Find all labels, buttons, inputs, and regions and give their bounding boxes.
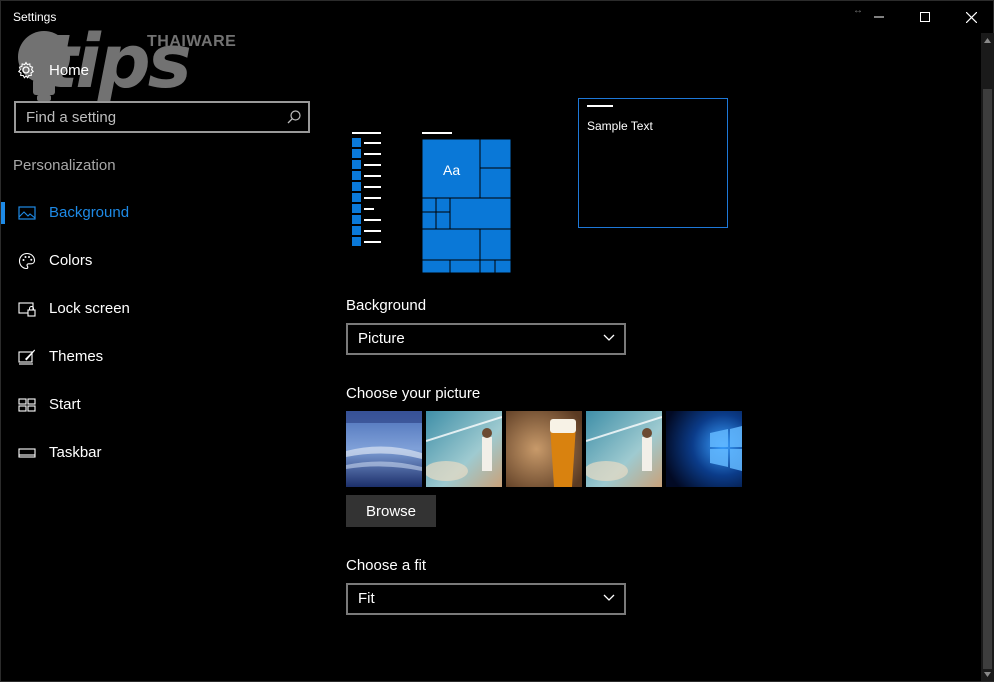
sidebar-item-label: Themes <box>49 348 104 365</box>
tile-text: Aa <box>443 162 461 178</box>
sidebar-item-start[interactable]: Start <box>1 385 323 425</box>
theme-preview: Aa Sample Text <box>323 33 981 283</box>
lock-screen-icon <box>18 302 36 317</box>
home-label: Home <box>49 61 90 79</box>
minimize-icon <box>874 16 884 18</box>
sidebar-item-label: Colors <box>49 252 93 269</box>
sample-window-preview: Sample Text <box>578 98 728 228</box>
sidebar-item-colors[interactable]: Colors <box>1 241 323 281</box>
thumbnail-beer[interactable] <box>506 411 582 487</box>
beer-glass-image <box>506 411 582 487</box>
search-input[interactable] <box>26 108 276 126</box>
scroll-up-arrow-icon <box>984 37 991 43</box>
thumbnail-ocean-city[interactable] <box>346 411 422 487</box>
close-button[interactable] <box>948 1 994 33</box>
main-content: Aa Sample Text Background Picture Choose… <box>323 33 981 681</box>
scroll-thumb[interactable] <box>983 89 992 669</box>
sidebar: Home Personalization Background Col <box>1 33 323 681</box>
active-indicator <box>1 202 5 224</box>
palette-icon <box>18 252 36 270</box>
vertical-scrollbar[interactable] <box>981 33 994 681</box>
sample-title-line <box>587 105 613 107</box>
anime-sky-image-2 <box>586 411 662 487</box>
chevron-down-icon <box>603 594 615 601</box>
home-link[interactable]: Home <box>17 59 89 81</box>
scroll-up-button[interactable] <box>981 33 994 47</box>
sidebar-item-themes[interactable]: Themes <box>1 337 323 377</box>
browse-button[interactable]: Browse <box>346 495 436 527</box>
sample-text: Sample Text <box>587 119 653 133</box>
windows-logo-image <box>666 411 742 487</box>
background-dropdown-value: Picture <box>358 330 405 347</box>
fit-dropdown-value: Fit <box>358 590 375 607</box>
picture-icon <box>18 206 36 220</box>
start-icon <box>18 398 36 412</box>
maximize-icon <box>920 12 930 22</box>
search-icon[interactable] <box>286 109 302 125</box>
maximize-button[interactable] <box>902 1 948 33</box>
sidebar-item-lock-screen[interactable]: Lock screen <box>1 289 323 329</box>
thumbnail-anime-sky-1[interactable] <box>426 411 502 487</box>
start-menu-preview <box>352 132 512 274</box>
thumbnail-anime-sky-2[interactable] <box>586 411 662 487</box>
fit-dropdown[interactable]: Fit <box>346 583 626 615</box>
scroll-down-button[interactable] <box>981 667 994 681</box>
sidebar-item-label: Start <box>49 396 81 413</box>
background-label: Background <box>346 297 427 314</box>
anime-sky-image <box>426 411 502 487</box>
chevron-down-icon <box>603 334 615 341</box>
choose-fit-label: Choose a fit <box>346 557 427 574</box>
ocean-city-image <box>346 411 422 487</box>
thumbnail-windows-10[interactable] <box>666 411 742 487</box>
sidebar-item-background[interactable]: Background <box>1 193 323 233</box>
minimize-button[interactable] <box>856 1 902 33</box>
taskbar-icon <box>18 448 36 458</box>
search-box[interactable] <box>14 101 310 133</box>
choose-picture-label: Choose your picture <box>346 385 481 402</box>
settings-window: Settings ↔ tips THAIWARE Home Find a set… <box>0 0 994 682</box>
sidebar-item-label: Taskbar <box>49 444 102 461</box>
brush-icon <box>18 349 35 365</box>
sidebar-item-taskbar[interactable]: Taskbar <box>1 433 323 473</box>
background-dropdown[interactable]: Picture <box>346 323 626 355</box>
close-icon <box>965 11 977 23</box>
scroll-down-arrow-icon <box>984 671 991 677</box>
gear-icon <box>17 61 35 79</box>
sidebar-item-label: Background <box>49 204 130 221</box>
section-label: Personalization <box>13 157 116 174</box>
sidebar-item-label: Lock screen <box>49 300 130 317</box>
